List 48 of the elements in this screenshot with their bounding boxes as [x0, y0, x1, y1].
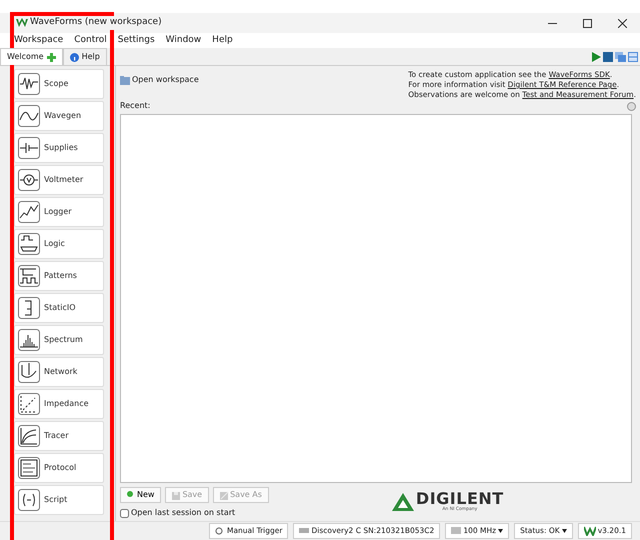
instrument-icon	[18, 105, 40, 127]
instrument-button[interactable]: Network	[14, 357, 104, 387]
checkbox-label: Open last session on start	[131, 507, 236, 519]
instrument-icon	[18, 393, 40, 415]
instrument-icon	[18, 361, 40, 383]
checkbox[interactable]	[120, 508, 129, 518]
instrument-button[interactable]: Spectrum	[14, 325, 104, 355]
logo-text: DIGILENT	[416, 490, 504, 507]
instrument-button[interactable]: Wavegen	[14, 101, 104, 131]
open-workspace-link[interactable]: Open workspace	[132, 74, 199, 86]
instrument-button[interactable]: Voltmeter	[14, 165, 104, 195]
instrument-button[interactable]: Script	[14, 485, 104, 515]
instrument-icon	[18, 201, 40, 223]
instrument-icon	[18, 329, 40, 351]
maximize-icon	[583, 18, 592, 28]
instrument-icon	[18, 457, 40, 479]
folder-icon	[120, 76, 130, 84]
new-button[interactable]: New	[120, 487, 162, 503]
instrument-button[interactable]: Patterns	[14, 261, 104, 291]
instrument-icon	[18, 169, 40, 191]
instrument-button[interactable]: Logger	[14, 197, 104, 227]
device-icon	[299, 526, 310, 536]
info-icon	[70, 52, 79, 62]
instrument-icon	[18, 297, 40, 319]
instrument-icon	[18, 73, 40, 95]
instrument-button[interactable]: Tracer	[14, 421, 104, 451]
instrument-icon	[18, 233, 40, 255]
logo-icon	[392, 493, 414, 511]
instrument-icon	[18, 489, 40, 511]
recent-label: Recent:	[120, 100, 152, 112]
welcome-tab[interactable]: Welcome	[0, 48, 63, 65]
instrument-button[interactable]: Protocol	[14, 453, 104, 483]
stop-icon	[603, 52, 613, 62]
instrument-button[interactable]: Supplies	[14, 133, 104, 163]
instrument-icon	[18, 137, 40, 159]
close-icon	[618, 18, 627, 28]
instrument-button[interactable]: Logic	[14, 229, 104, 259]
app-logo-icon	[16, 18, 28, 28]
instrument-icon	[18, 265, 40, 287]
help-tab[interactable]: Help	[62, 48, 107, 65]
split-window-icon	[628, 52, 638, 62]
instrument-button[interactable]: Scope	[14, 69, 104, 99]
instrument-button[interactable]: Impedance	[14, 389, 104, 419]
instrument-button[interactable]: StaticIO	[14, 293, 104, 323]
play-icon	[591, 52, 601, 62]
stacked-windows-icon	[615, 52, 626, 62]
instrument-icon	[18, 425, 40, 447]
app-logo-icon	[584, 526, 596, 536]
